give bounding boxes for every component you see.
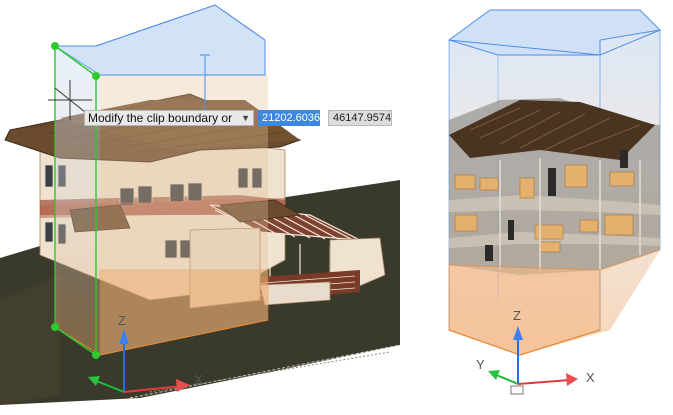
z-axis-label-right: Z: [513, 308, 521, 323]
z-axis-label: Z: [118, 313, 126, 328]
x-axis-label-right: X: [586, 370, 595, 385]
y-axis-label-right: Y: [476, 357, 485, 372]
command-prompt-dropdown[interactable]: Modify the clip boundary or ▼: [84, 109, 254, 126]
model-canvas[interactable]: Z X Z X Y: [0, 0, 673, 415]
clip-grip-top-right: [92, 72, 100, 80]
chevron-down-icon[interactable]: ▼: [241, 113, 250, 123]
clip-grip-top-left: [51, 42, 59, 50]
clip-grip-bottom-left: [51, 323, 59, 331]
y-coordinate-input[interactable]: 46147.9574: [328, 109, 392, 126]
drawing-viewport[interactable]: Z X Z X Y Modify the clip boundary or ▼ …: [0, 0, 673, 415]
left-clip-box[interactable]: [51, 4, 269, 359]
dynamic-input: Modify the clip boundary or ▼ 21202.6036…: [84, 109, 392, 126]
right-clipped-model: [447, 9, 662, 356]
x-axis-label: X: [194, 372, 203, 387]
x-coordinate-input[interactable]: 21202.6036: [258, 109, 320, 126]
command-prompt-text: Modify the clip boundary or: [88, 110, 233, 125]
clip-grip-bottom-right: [92, 351, 100, 359]
